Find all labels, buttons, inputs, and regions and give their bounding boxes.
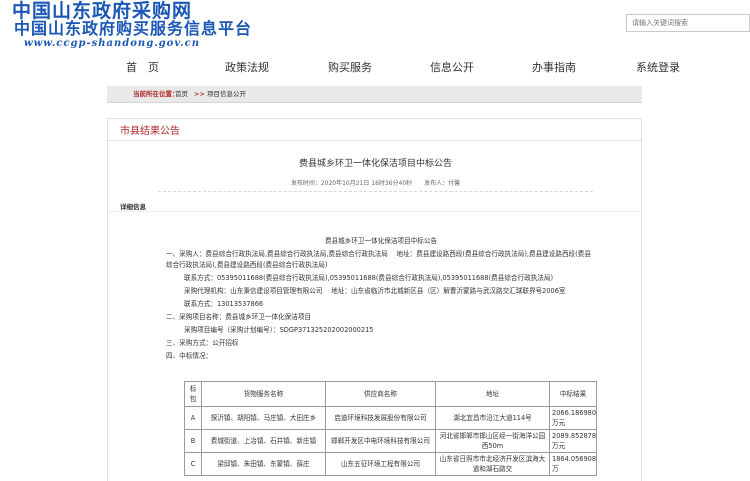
table-cell: 山东省日照市市北经济开发区滨海大道和湖石路交 <box>435 452 550 476</box>
table-cell: B <box>184 429 202 453</box>
nav-home[interactable]: 首 页 <box>126 56 159 79</box>
table-cell: 2066.186980万元 <box>549 406 597 430</box>
table-cell: 1864.056908万 <box>549 452 597 476</box>
table-header: 标包 <box>184 381 202 407</box>
table-header: 中标结果 <box>549 381 597 407</box>
table-cell: C <box>184 452 202 476</box>
table-cell: 探沂镇、胡阳镇、马庄镇、大田庄乡 <box>201 406 326 430</box>
table-cell: 邯郸开发区中电环境科技有限公司 <box>325 429 436 453</box>
body-project-name: 二、采购项目名称：费县城乡环卫一体化保洁项目 <box>166 313 312 321</box>
main-nav: 首 页 政策法规 购买服务 信息公开 办事指南 系统登录 <box>0 56 750 79</box>
meta-divider <box>158 191 593 192</box>
body-agency: 采购代理机构：山东秉信建设项目管理有限公司 地址：山东省临沂市北城新区县（区）解… <box>184 287 566 295</box>
table-row: C 梁邱镇、朱田镇、东蒙镇、薛庄 山东五征环境工程有限公司 山东省日照市市北经济… <box>184 452 597 476</box>
body-project-number: 采购项目编号（采购计划编号）：SDGP371325202002000215 <box>184 326 374 334</box>
site-header: 中国山东政府采购网 中国山东政府购买服务信息平台 www.ccgp-shando… <box>0 0 750 52</box>
nav-login[interactable]: 系统登录 <box>636 56 680 79</box>
detail-label: 详细信息 <box>120 203 146 211</box>
breadcrumb-current-link[interactable]: 项目信息公开 <box>207 86 246 102</box>
table-cell: 费城街道、上冶镇、石井镇、新庄镇 <box>201 429 326 453</box>
breadcrumb-label: 当前所在位置： <box>133 90 179 98</box>
table-header: 地址 <box>435 381 550 407</box>
table-row: A 探沂镇、胡阳镇、马庄镇、大田庄乡 启迪环境科技发展股份有限公司 湖北宜昌市沿… <box>184 406 597 430</box>
detail-divider <box>108 211 643 212</box>
search-input[interactable] <box>626 14 750 32</box>
nav-purchase-service[interactable]: 购买服务 <box>328 56 372 79</box>
table-cell: 湖北宜昌市沿江大道114号 <box>435 406 550 430</box>
section-title: 市县结果公告 <box>120 126 180 137</box>
table-cell: A <box>184 406 202 430</box>
body-award-heading: 四、中标情况： <box>166 352 213 360</box>
body-agency-contact: 联系方式：13013537866 <box>184 300 264 308</box>
nav-policy[interactable]: 政策法规 <box>225 56 269 79</box>
breadcrumb: 当前所在位置： 首页 >> 项目信息公开 <box>107 86 642 103</box>
breadcrumb-home-link[interactable]: 首页 <box>175 86 188 102</box>
table-cell: 山东五征环境工程有限公司 <box>325 452 436 476</box>
content-panel: 市县结果公告 费县城乡环卫一体化保洁项目中标公告 发布时间：2020年10月21… <box>107 118 643 481</box>
notice-title: 费县城乡环卫一体化保洁项目中标公告 <box>298 159 452 169</box>
table-header: 供应商名称 <box>325 381 436 407</box>
table-header-row: 标包 货物服务名称 供应商名称 地址 中标结果 <box>184 381 597 407</box>
notice-body: 费县城乡环卫一体化保洁项目中标公告 一、采购人：费县综合行政执法局,费县综合行政… <box>166 236 596 362</box>
body-method: 三、采购方式：公开招标 <box>166 339 239 347</box>
table-cell: 河北省邯郸市邯山区经一街海洋公园西50m <box>435 429 550 453</box>
table-cell: 启迪环境科技发展股份有限公司 <box>325 406 436 430</box>
section-divider <box>108 140 643 141</box>
nav-info-disclosure[interactable]: 信息公开 <box>430 56 474 79</box>
notice-meta: 发布时间：2020年10月21日 16时36分40秒 发布人：付馨 <box>290 180 461 187</box>
body-heading: 费县城乡环卫一体化保洁项目中标公告 <box>324 237 438 245</box>
award-table: 标包 货物服务名称 供应商名称 地址 中标结果 A 探沂镇、胡阳镇、马庄镇、大田… <box>184 381 597 476</box>
body-purchaser-contact: 联系方式：05395011688(费县综合行政执法局),05395011688(… <box>184 274 554 282</box>
site-title-sub[interactable]: 中国山东政府购买服务信息平台 <box>14 20 252 38</box>
table-cell: 梁邱镇、朱田镇、东蒙镇、薛庄 <box>201 452 326 476</box>
body-purchaser: 一、采购人：费县综合行政执法局,费县综合行政执法局,费县综合行政执法局 地址：费… <box>166 250 591 269</box>
nav-guide[interactable]: 办事指南 <box>532 56 576 79</box>
table-header: 货物服务名称 <box>201 381 326 407</box>
table-row: B 费城街道、上冶镇、石井镇、新庄镇 邯郸开发区中电环境科技有限公司 河北省邯郸… <box>184 429 597 453</box>
table-cell: 2089.852878万元 <box>549 429 597 453</box>
breadcrumb-separator: >> <box>194 90 205 98</box>
site-url: www.ccgp-shandong.gov.cn <box>24 38 200 49</box>
